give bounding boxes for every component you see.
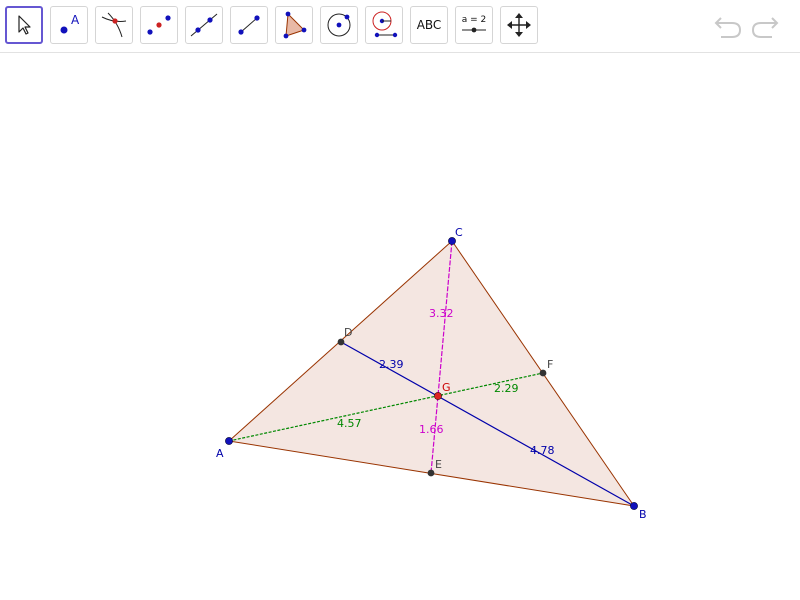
slider-tool-button[interactable]: a = 2 [455,6,493,44]
redo-button[interactable] [750,12,780,40]
length-cg: 3.32 [429,307,454,320]
undo-button[interactable] [713,12,743,40]
midpoint-tool-button[interactable] [140,6,178,44]
redo-icon [751,17,779,38]
point-icon-letter: A [71,13,80,27]
point-f[interactable] [539,369,547,377]
label-b: B [639,508,647,521]
move-arrows-icon [507,13,531,37]
move-graphics-tool-button[interactable] [500,6,538,44]
label-c: C [455,226,463,239]
label-a: A [216,447,224,460]
slider-icon: a = 2 [462,15,487,33]
intersect-tool-button[interactable] [95,6,133,44]
label-f: F [547,358,553,371]
point-g[interactable] [434,392,442,400]
point-d[interactable] [337,338,345,346]
label-e: E [435,458,442,471]
polygon-tool-button[interactable] [275,6,313,44]
point-b[interactable] [630,502,638,510]
line-tool-button[interactable] [185,6,223,44]
polygon-icon [283,11,307,39]
triangle-abc-fill[interactable] [229,241,634,506]
length-gf: 2.29 [494,382,519,395]
slider-icon-label: a = 2 [462,15,487,25]
length-ge: 1.66 [419,423,444,436]
point-icon: A [60,13,80,34]
circle-tool-button[interactable] [320,6,358,44]
toolbar: A ABC a = 2 [0,0,800,53]
graphics-view[interactable]: 2.39 4.78 4.57 2.29 3.32 1.66 A B C D E … [0,53,800,600]
point-e[interactable] [427,469,435,477]
circle-radius-icon [372,11,398,38]
move-tool-button[interactable] [5,6,43,44]
point-a[interactable] [225,437,233,445]
text-tool-label: ABC [416,18,442,32]
segment-tool-button[interactable] [230,6,268,44]
point-tool-button[interactable]: A [50,6,88,44]
segment-icon [238,15,260,35]
circle-icon [327,13,351,37]
cursor-arrow-icon [18,15,31,35]
midpoint-icon [147,15,171,35]
length-gb: 4.78 [530,444,555,457]
undo-icon [714,17,742,38]
length-ag: 4.57 [337,417,362,430]
line-icon [190,13,218,37]
angle-tool-button[interactable] [365,6,403,44]
length-dg: 2.39 [379,358,404,371]
label-g: G [442,381,451,394]
intersect-icon [101,12,127,38]
text-tool-button[interactable]: ABC [410,6,448,44]
label-d: D [344,326,352,339]
